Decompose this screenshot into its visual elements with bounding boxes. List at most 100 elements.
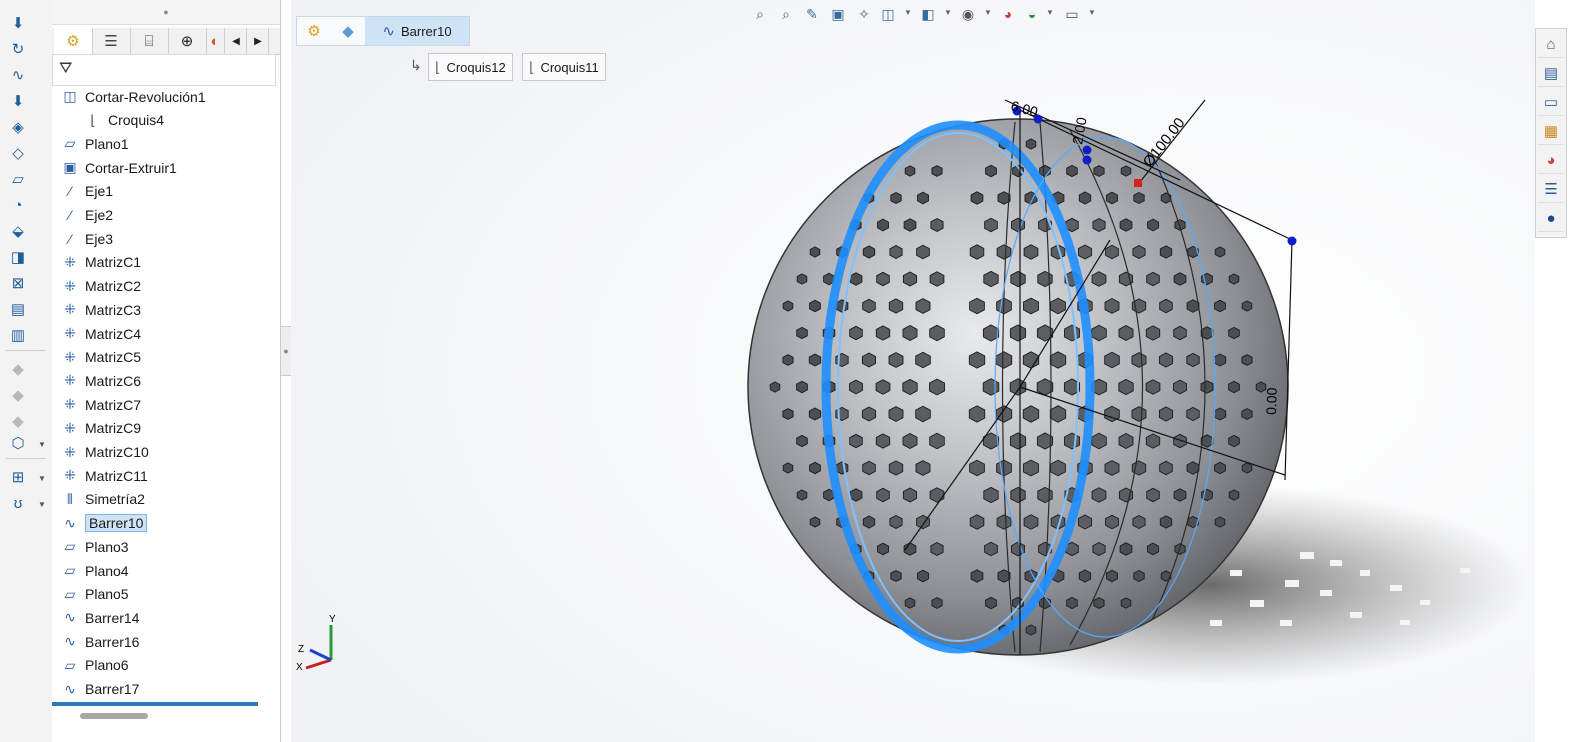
chevron-down-icon[interactable]: ▼ bbox=[904, 8, 912, 17]
extrude-boss-icon[interactable]: ⬇ bbox=[6, 12, 30, 34]
chevron-down-icon[interactable]: ▼ bbox=[38, 440, 46, 449]
chevron-down-icon[interactable]: ▼ bbox=[38, 474, 46, 483]
hex-hole bbox=[782, 408, 794, 420]
tree-item[interactable]: ◫ Cortar-Revolución1 bbox=[52, 85, 205, 108]
configuration-manager-tab[interactable]: ⌸ bbox=[130, 28, 169, 54]
file-explorer-icon[interactable]: ▭ bbox=[1538, 89, 1564, 116]
solidworks-forum-icon[interactable]: ● bbox=[1538, 205, 1564, 232]
tree-item[interactable]: ⁄ Eje3 bbox=[52, 227, 113, 250]
tree-item[interactable]: ⁜ MatrizC2 bbox=[52, 275, 141, 298]
appearances-icon[interactable]: ◕ bbox=[1538, 147, 1564, 174]
sweep-icon: ∿ bbox=[64, 609, 76, 626]
tree-item[interactable]: ▱ Plano3 bbox=[52, 535, 129, 558]
tree-horizontal-scroll-thumb[interactable] bbox=[80, 713, 148, 719]
breadcrumb-current[interactable]: ∿ Barrer10 bbox=[365, 17, 469, 45]
shell-icon[interactable]: ◨ bbox=[6, 246, 30, 268]
part-icon[interactable]: ⚙ bbox=[297, 17, 331, 45]
edit-appearance-icon[interactable]: ◕ bbox=[998, 4, 1018, 24]
revolve-cut-icon[interactable]: ◈ bbox=[6, 116, 30, 138]
curves-icon[interactable]: ʊ bbox=[6, 492, 30, 514]
panel-grip[interactable]: ● bbox=[52, 0, 280, 25]
dynamic-annotation-icon[interactable]: ✧ bbox=[854, 4, 874, 24]
apply-scene-icon[interactable]: ◒ bbox=[1022, 4, 1042, 24]
tree-item[interactable]: ⁜ MatrizC11 bbox=[52, 464, 148, 487]
wrap-icon[interactable]: ▥ bbox=[6, 324, 30, 346]
crumb-croquis11[interactable]: ⌊ Croquis11 bbox=[522, 53, 606, 81]
revolve-boss-icon[interactable]: ↻ bbox=[6, 38, 30, 60]
plane-icon[interactable]: ▱ bbox=[6, 168, 30, 190]
tree-item[interactable]: ▱ Plano4 bbox=[52, 559, 129, 582]
tree-item[interactable]: ⁄ Eje2 bbox=[52, 204, 113, 227]
chevron-down-icon[interactable]: ▼ bbox=[944, 8, 952, 17]
tree-item[interactable]: ▱ Plano1 bbox=[52, 132, 129, 155]
tree-item[interactable]: ⁜ MatrizC5 bbox=[52, 346, 141, 369]
extrude-cut-icon[interactable]: ⬇ bbox=[6, 90, 30, 112]
hide-show-icon[interactable]: ◉ bbox=[958, 4, 978, 24]
tree-item[interactable]: ⁜ MatrizC6 bbox=[52, 369, 141, 392]
tree-filter[interactable]: ⛛ bbox=[52, 54, 276, 86]
tree-item[interactable]: ∿ Barrer14 bbox=[52, 606, 139, 629]
design-library-icon[interactable]: ▤ bbox=[1538, 60, 1564, 87]
tree-item[interactable]: ⁜ MatrizC3 bbox=[52, 298, 141, 321]
hex-hole bbox=[970, 569, 984, 583]
body-icon[interactable]: ◆ bbox=[331, 17, 365, 45]
chamfer-icon[interactable]: ⬙ bbox=[6, 220, 30, 242]
tree-item[interactable]: ⁜ MatrizC7 bbox=[52, 393, 141, 416]
zoom-to-fit-icon[interactable]: ⌕ bbox=[750, 4, 770, 24]
hex-hole bbox=[1066, 596, 1078, 610]
custom-properties-icon[interactable]: ☰ bbox=[1538, 176, 1564, 203]
chevron-down-icon[interactable]: ▼ bbox=[38, 500, 46, 509]
hex-hole bbox=[1213, 353, 1227, 367]
hex-hole bbox=[849, 325, 863, 341]
pattern-icon[interactable]: ⬡ bbox=[6, 432, 30, 454]
chevron-down-icon[interactable]: ▼ bbox=[1046, 8, 1054, 17]
hex-hole bbox=[876, 487, 890, 503]
feature-tree-tab[interactable]: ⚙ bbox=[54, 28, 93, 55]
view-orientation-icon[interactable]: ◫ bbox=[878, 4, 898, 24]
reference-geometry-icon[interactable]: ⊞ bbox=[6, 466, 30, 488]
display-style-icon[interactable]: ◧ bbox=[918, 4, 938, 24]
sketch-icon: ⌊ bbox=[435, 58, 441, 75]
graphics-viewport[interactable]: 6.00 2.00 Ø100.00 0.00 Y Z X bbox=[291, 0, 1535, 742]
view-palette-icon[interactable]: ▦ bbox=[1538, 118, 1564, 145]
zoom-to-area-icon[interactable]: ⌕ bbox=[776, 4, 796, 24]
tree-item[interactable]: ▱ Plano6 bbox=[52, 654, 129, 677]
fillet-icon[interactable]: ◔ bbox=[6, 194, 30, 216]
tree-item[interactable]: ⫴ Simetría2 bbox=[52, 488, 145, 511]
tree-item[interactable]: ∿ Barrer17 bbox=[52, 678, 139, 701]
dimension-vertical[interactable]: 0.00 bbox=[1263, 387, 1280, 415]
crumb-croquis12[interactable]: ⌊ Croquis12 bbox=[428, 53, 513, 81]
tree-item[interactable]: ⁜ MatrizC10 bbox=[52, 441, 149, 464]
display-manager-tab[interactable]: ◐ bbox=[206, 28, 225, 54]
previous-view-icon[interactable]: ✎ bbox=[802, 4, 822, 24]
draft-icon[interactable]: ⊠ bbox=[6, 272, 30, 294]
property-manager-tab[interactable]: ☰ bbox=[92, 28, 131, 54]
tree-item[interactable]: ⌊ Croquis4 bbox=[52, 109, 164, 132]
hex-hole bbox=[1037, 486, 1053, 504]
tree-item[interactable]: ⁄ Eje1 bbox=[52, 180, 113, 203]
hex-hole bbox=[1120, 597, 1132, 609]
chevron-down-icon[interactable]: ▼ bbox=[1088, 8, 1096, 17]
tree-item[interactable]: ▱ Plano5 bbox=[52, 583, 129, 606]
chevron-down-icon[interactable]: ▼ bbox=[984, 8, 992, 17]
filter-icon: ⛛ bbox=[59, 60, 73, 77]
tree-item[interactable]: ⁜ MatrizC9 bbox=[52, 417, 141, 440]
tree-item[interactable]: ▣ Cortar-Extruir1 bbox=[52, 156, 176, 179]
tab-scroll-right[interactable]: ▶ bbox=[248, 28, 269, 54]
hex-hole bbox=[915, 351, 931, 369]
tree-item[interactable]: ⁜ MatrizC1 bbox=[52, 251, 141, 274]
rib-icon[interactable]: ▤ bbox=[6, 298, 30, 320]
home-icon[interactable]: ⌂ bbox=[1538, 31, 1564, 58]
view-settings-icon[interactable]: ▭ bbox=[1062, 4, 1082, 24]
sweep-cut-icon[interactable]: ◇ bbox=[6, 142, 30, 164]
section-view-icon[interactable]: ▣ bbox=[828, 4, 848, 24]
hex-hole bbox=[875, 433, 891, 449]
sweep-boss-icon[interactable]: ∿ bbox=[6, 64, 30, 86]
tab-scroll-left[interactable]: ◀ bbox=[226, 28, 247, 54]
dimxpert-tab[interactable]: ⊕ bbox=[168, 28, 207, 54]
tree-item[interactable]: ∿ Barrer10 bbox=[52, 512, 148, 535]
tree-item[interactable]: ⁜ MatrizC4 bbox=[52, 322, 141, 345]
tree-item[interactable]: ∿ Barrer16 bbox=[52, 630, 139, 653]
hex-hole bbox=[1159, 245, 1173, 259]
hex-hole bbox=[1186, 352, 1200, 368]
